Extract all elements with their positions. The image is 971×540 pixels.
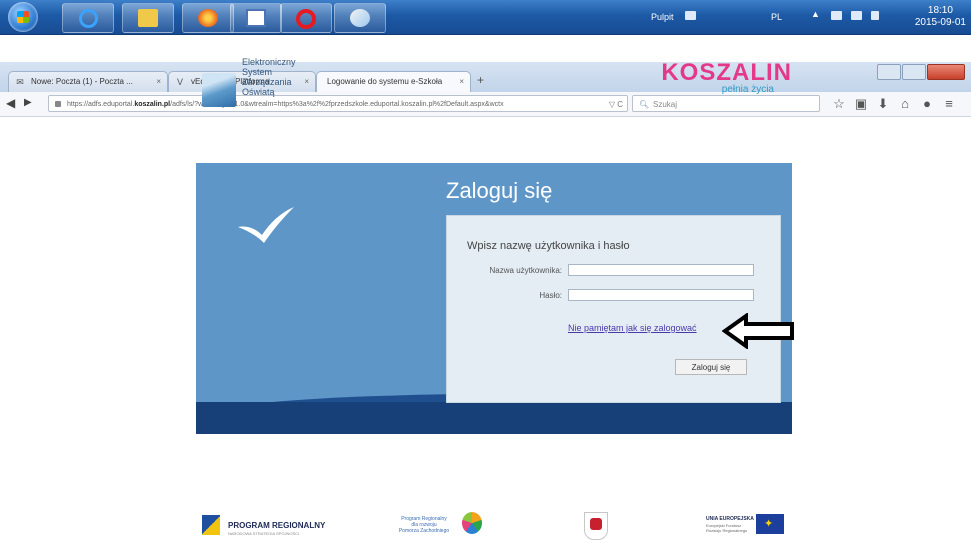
back-button[interactable]: ◀ bbox=[6, 96, 15, 110]
esz-logo-text: Elektroniczny System Zarządzania Oświatą bbox=[242, 57, 296, 97]
login-panel: Zaloguj się Wpisz nazwę użytkownika i ha… bbox=[196, 163, 792, 434]
esz-line-4: Oświatą bbox=[242, 87, 275, 97]
clock-date: 2015-09-01 bbox=[914, 17, 966, 28]
password-label: Hasło: bbox=[539, 291, 562, 300]
tab-close-icon[interactable]: × bbox=[156, 72, 161, 92]
eu-title: UNIA EUROPEJSKA bbox=[706, 516, 754, 522]
pomorze-flower-icon bbox=[462, 512, 482, 534]
username-field[interactable] bbox=[568, 264, 754, 276]
paint-icon bbox=[350, 9, 370, 27]
bookmark-star-icon[interactable]: ☆ bbox=[828, 96, 850, 112]
esz-logo: Elektroniczny System Zarządzania Oświatą bbox=[196, 57, 316, 111]
esz-line-1: Elektroniczny bbox=[242, 57, 296, 67]
clock[interactable]: 18:10 2015-09-01 bbox=[915, 5, 966, 29]
clock-time: 18:10 bbox=[927, 5, 953, 16]
program-regionalny-subtext: NARODOWA STRATEGIA SPÓJNOŚCI bbox=[228, 531, 300, 536]
language-indicator[interactable]: PL bbox=[771, 12, 782, 22]
coat-of-arms bbox=[584, 512, 608, 540]
clipboard-icon[interactable]: ▣ bbox=[850, 96, 872, 112]
program-regionalny-logo: PROGRAM REGIONALNY NARODOWA STRATEGIA SP… bbox=[202, 512, 352, 539]
word-icon bbox=[246, 9, 266, 27]
close-window-button[interactable] bbox=[927, 64, 965, 80]
opera-icon bbox=[296, 9, 316, 29]
vedukacja-icon: V bbox=[176, 77, 183, 87]
firefox-icon bbox=[198, 9, 218, 27]
url-domain: koszalin.pl bbox=[134, 101, 171, 108]
lock-icon bbox=[55, 101, 61, 107]
page-header: Elektroniczny System Zarządzania Oświatą… bbox=[196, 57, 792, 111]
taskbar-app-paint[interactable] bbox=[334, 3, 386, 33]
volume-icon[interactable] bbox=[871, 11, 879, 20]
tab-poczta[interactable]: ✉ Nowe: Poczta (1) - Poczta ... × bbox=[8, 71, 168, 92]
pomorze-logo: Program Regionalny dla rozwoju Pomorza Z… bbox=[392, 512, 488, 539]
taskbar-app-explorer[interactable] bbox=[122, 3, 174, 33]
taskbar-app-internet-explorer[interactable] bbox=[62, 3, 114, 33]
tab-label: Nowe: Poczta (1) - Poczta ... bbox=[31, 77, 133, 86]
windows-logo-icon bbox=[17, 11, 29, 23]
login-button[interactable]: Zaloguj się bbox=[675, 359, 747, 375]
pomorze-line-3: Pomorza Zachodniego bbox=[398, 528, 450, 534]
chat-icon[interactable]: ● bbox=[916, 96, 938, 111]
show-hidden-icons-icon[interactable]: ▲ bbox=[811, 9, 820, 19]
windows-taskbar: Pulpit PL ▲ 18:10 2015-09-01 bbox=[0, 0, 971, 35]
koszalin-logo: KOSZALIN pełnia życia bbox=[661, 59, 792, 95]
koszalin-brand-name: KOSZALIN bbox=[661, 59, 792, 86]
internet-explorer-icon bbox=[79, 9, 98, 28]
window-controls bbox=[876, 64, 965, 80]
network-icon[interactable] bbox=[851, 11, 862, 20]
login-title: Zaloguj się bbox=[446, 178, 553, 203]
action-center-flag-icon[interactable] bbox=[831, 11, 842, 20]
esz-wave-icon bbox=[202, 73, 236, 107]
esz-line-2: System bbox=[242, 67, 273, 77]
url-prefix: https://adfs.eduportal. bbox=[67, 101, 135, 108]
funding-logos-footer: PROGRAM REGIONALNY NARODOWA STRATEGIA SP… bbox=[196, 512, 792, 540]
eu-flag-icon bbox=[756, 514, 784, 534]
griffin-crest-icon bbox=[584, 512, 608, 540]
login-form: Wpisz nazwę użytkownika i hasło Nazwa uż… bbox=[446, 215, 781, 403]
checkmark-icon bbox=[238, 207, 294, 243]
desktop-toolbar-label[interactable]: Pulpit bbox=[651, 12, 674, 22]
forgot-password-link[interactable]: Nie pamiętam jak się zalogować bbox=[568, 323, 697, 333]
taskbar-app-firefox[interactable] bbox=[182, 3, 234, 33]
program-regionalny-icon bbox=[202, 515, 220, 535]
home-icon[interactable]: ⌂ bbox=[894, 96, 916, 111]
mail-icon: ✉ bbox=[16, 77, 24, 87]
panel-base bbox=[196, 402, 792, 434]
pomorze-text: Program Regionalny dla rozwoju Pomorza Z… bbox=[392, 516, 456, 534]
form-heading: Wpisz nazwę użytkownika i hasło bbox=[467, 240, 630, 252]
annotation-arrow-icon bbox=[722, 313, 794, 349]
toolbar-icons: ☆ ▣ ⬇ ⌂ ● ≡ bbox=[828, 95, 960, 113]
keyboard-icon[interactable] bbox=[685, 11, 696, 20]
system-tray: Pulpit PL ▲ 18:10 2015-09-01 bbox=[641, 0, 971, 34]
username-label: Nazwa użytkownika: bbox=[489, 266, 562, 275]
taskbar-app-word[interactable] bbox=[230, 3, 282, 33]
download-icon[interactable]: ⬇ bbox=[872, 96, 894, 112]
start-button[interactable] bbox=[8, 2, 38, 32]
maximize-button[interactable] bbox=[902, 64, 926, 80]
eu-logo: UNIA EUROPEJSKA Europejski Fundusz Rozwo… bbox=[706, 512, 786, 539]
esz-line-3: Zarządzania bbox=[242, 77, 292, 87]
program-regionalny-text: PROGRAM REGIONALNY bbox=[228, 521, 326, 530]
eu-subtext: Europejski Fundusz Rozwoju Regionalnego bbox=[706, 523, 747, 533]
taskbar-app-opera[interactable] bbox=[280, 3, 332, 33]
forward-button[interactable]: ▶ bbox=[24, 97, 32, 108]
minimize-button[interactable] bbox=[877, 64, 901, 80]
eu-sub-line-2: Rozwoju Regionalnego bbox=[706, 528, 748, 533]
folder-icon bbox=[138, 9, 158, 27]
password-field[interactable] bbox=[568, 289, 754, 301]
menu-icon[interactable]: ≡ bbox=[938, 96, 960, 111]
